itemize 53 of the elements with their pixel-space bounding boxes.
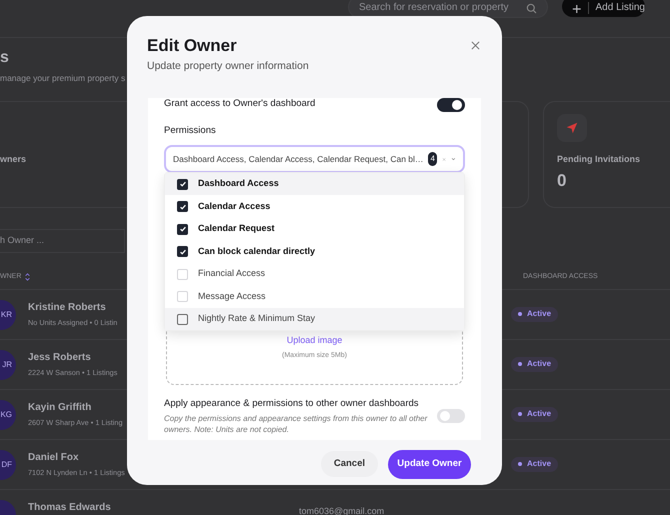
owner-name: Thomas Edwards <box>28 502 111 514</box>
dropdown-option[interactable]: Dashboard Access <box>165 172 464 196</box>
setting-label: Grant access to Owner's dashboard <box>164 98 316 109</box>
avatar: KR <box>0 300 16 330</box>
dropdown-option[interactable]: Calendar Request <box>165 218 464 240</box>
page-title: s <box>0 48 9 68</box>
setting-title: Apply appearance & permissions to other owner dashboards <box>164 397 420 411</box>
count-badge: 4 <box>428 152 437 166</box>
toggle-switch[interactable] <box>437 409 465 423</box>
sort-icon <box>25 273 30 282</box>
search-icon <box>526 3 537 14</box>
add-listing-button[interactable]: Add Listing <box>562 0 645 17</box>
update-button[interactable]: Update Owner <box>388 450 471 479</box>
dialog-subtitle: Update property owner information <box>147 59 309 74</box>
chevron-down-icon <box>451 155 456 163</box>
owner-name: Kayin Griffith <box>28 402 92 414</box>
paper-plane-icon <box>566 122 578 134</box>
dropdown-option[interactable]: Can block calendar directly <box>165 240 464 263</box>
check-icon <box>178 180 186 188</box>
toggle-switch[interactable] <box>437 98 465 112</box>
dropdown-option[interactable]: Message Access <box>165 285 464 308</box>
upload-link[interactable]: Upload image <box>286 334 342 348</box>
field-label: Permissions <box>164 124 216 138</box>
status-badge: Active <box>511 356 558 372</box>
avatar: JR <box>0 350 16 380</box>
dropdown-option[interactable]: Calendar Access <box>165 195 464 218</box>
page-subtitle: manage your premium property s <box>0 72 126 85</box>
cancel-button[interactable]: Cancel <box>320 451 378 478</box>
owner-search-field[interactable]: h Owner ... <box>0 228 125 253</box>
avatar: KG <box>0 400 16 430</box>
permissions-select[interactable]: Dashboard Access, Calendar Access, Calendar Request, Can bl… 4 <box>164 145 465 173</box>
dialog-title: Edit Owner <box>147 35 237 57</box>
check-icon <box>178 225 186 233</box>
owner-name: Jess Roberts <box>28 352 91 364</box>
status-badge: Active <box>511 406 558 422</box>
dropdown-option[interactable]: Nightly Rate & Minimum Stay <box>165 308 464 330</box>
setting-description: Copy the permissions and appearance settings from this owner to all other owners. Note: Units are not copied. <box>164 413 428 436</box>
close-button[interactable] <box>471 41 480 50</box>
status-badge: Active <box>511 456 558 472</box>
plus-icon <box>572 4 582 14</box>
stat-label: wners <box>0 152 26 166</box>
check-icon <box>178 202 186 210</box>
stat-value: 0 <box>557 170 566 192</box>
close-icon <box>471 41 480 50</box>
search-field[interactable]: Search for reservation or property <box>348 0 548 18</box>
avatar: DF <box>0 450 16 480</box>
clear-icon <box>442 156 446 162</box>
status-badge: Active <box>511 306 558 322</box>
stat-label: Pending Invitations <box>557 152 640 166</box>
dropdown-option[interactable]: Financial Access <box>165 262 464 286</box>
owner-name: Daniel Fox <box>28 452 79 464</box>
owner-name: Kristine Roberts <box>28 302 106 314</box>
check-icon <box>178 248 186 256</box>
